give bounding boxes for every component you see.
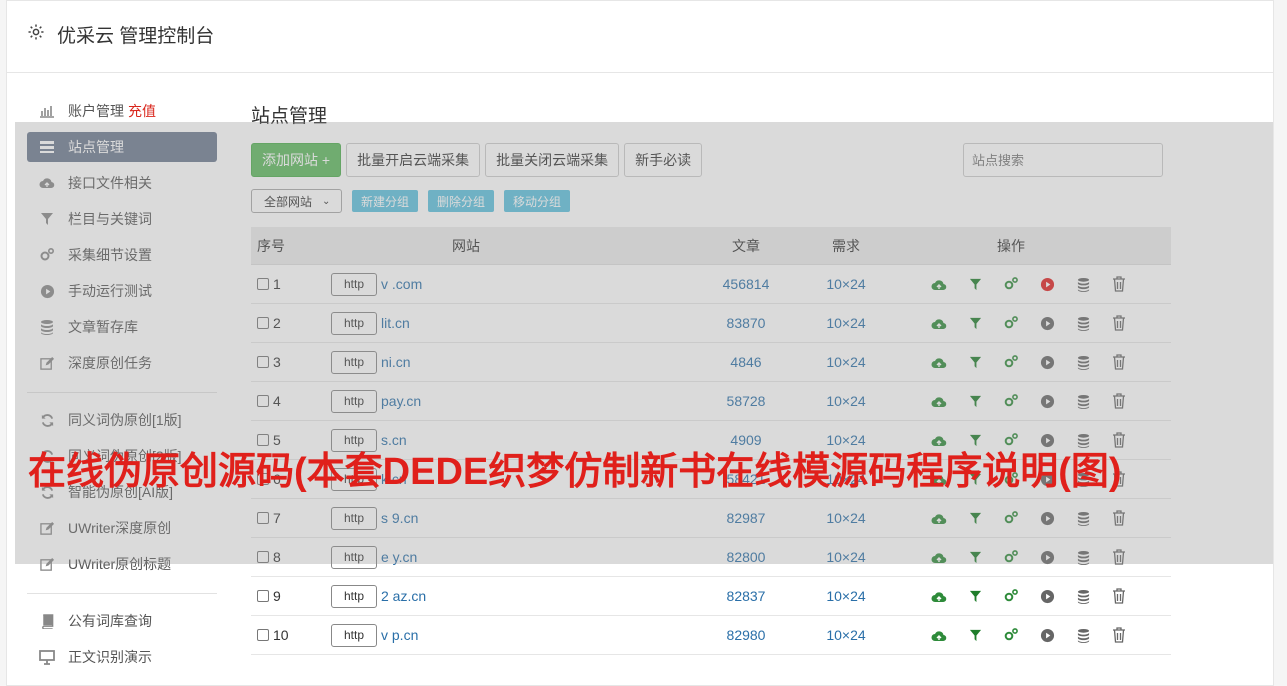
- sidebar-item[interactable]: 公有词库查询: [27, 606, 217, 636]
- requirement-value[interactable]: 10×24: [791, 588, 901, 604]
- site-cell: http 2 az.cn: [331, 584, 701, 608]
- recharge-link[interactable]: 充值: [128, 101, 156, 121]
- row-number-value: 10: [273, 627, 289, 643]
- sidebar-item-label: 正文识别演示: [68, 649, 152, 665]
- table-row: 9 http 2 az.cn 82837 10×24: [251, 577, 1171, 616]
- cloud-upload-icon[interactable]: [931, 627, 947, 643]
- bar-chart-icon: [39, 103, 55, 119]
- row-actions: [901, 627, 1171, 643]
- sidebar-item-label: 账户管理: [68, 103, 124, 119]
- site-link[interactable]: v p.cn: [381, 627, 418, 643]
- row-checkbox[interactable]: [257, 629, 269, 641]
- article-count[interactable]: 82837: [701, 588, 791, 604]
- gears-icon[interactable]: [1003, 627, 1019, 643]
- protocol-badge[interactable]: http: [331, 623, 377, 647]
- table-row: 10 http v p.cn 82980 10×24: [251, 616, 1171, 655]
- protocol-badge[interactable]: http: [331, 584, 377, 608]
- gear-icon: [28, 24, 44, 40]
- row-number-value: 9: [273, 588, 281, 604]
- cloud-upload-icon[interactable]: [931, 588, 947, 604]
- row-number: 10: [251, 627, 331, 643]
- trash-icon[interactable]: [1111, 588, 1127, 604]
- book-icon: [39, 613, 55, 629]
- play-circle-icon[interactable]: [1039, 588, 1055, 604]
- sidebar-item[interactable]: 正文识别演示: [27, 642, 217, 672]
- filter-icon[interactable]: [967, 627, 983, 643]
- site-link[interactable]: 2 az.cn: [381, 588, 426, 604]
- sidebar-divider: [27, 593, 217, 594]
- app-title: 优采云 管理控制台: [57, 26, 215, 47]
- watermark-text: 在线伪原创源码(本套DEDE织梦仿制新书在线模源码程序说明(图): [28, 451, 1122, 493]
- top-header: 优采云 管理控制台: [7, 1, 1273, 73]
- row-checkbox[interactable]: [257, 590, 269, 602]
- row-number: 9: [251, 588, 331, 604]
- sidebar-item-label: 公有词库查询: [68, 613, 152, 629]
- database-icon[interactable]: [1075, 627, 1091, 643]
- requirement-value[interactable]: 10×24: [791, 627, 901, 643]
- article-count[interactable]: 82980: [701, 627, 791, 643]
- filter-icon[interactable]: [967, 588, 983, 604]
- database-icon[interactable]: [1075, 588, 1091, 604]
- site-cell: http v p.cn: [331, 623, 701, 647]
- play-circle-icon[interactable]: [1039, 627, 1055, 643]
- gray-overlay: [15, 122, 1273, 564]
- trash-icon[interactable]: [1111, 627, 1127, 643]
- row-actions: [901, 588, 1171, 604]
- gears-icon[interactable]: [1003, 588, 1019, 604]
- monitor-icon: [39, 649, 55, 665]
